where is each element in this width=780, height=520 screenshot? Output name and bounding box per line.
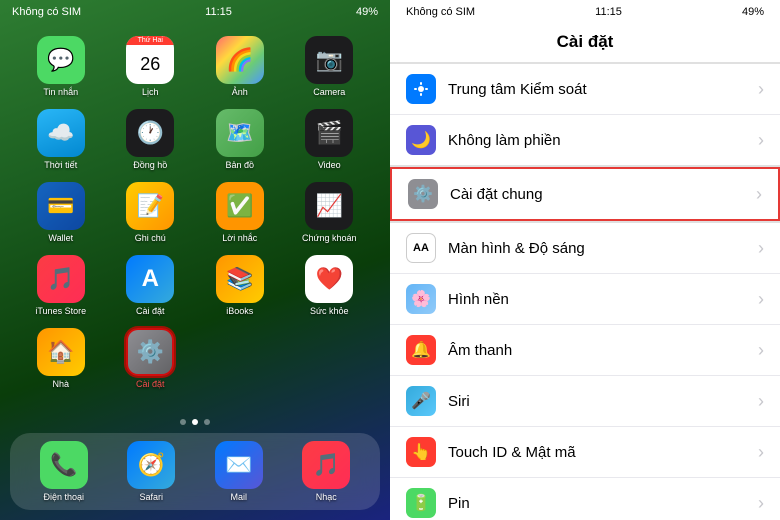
app-anh[interactable]: 🌈 Ảnh — [206, 36, 274, 97]
man-hinh-icon: AA — [406, 233, 436, 263]
app-camera[interactable]: 📷 Camera — [295, 36, 363, 97]
dock-dien-thoai[interactable]: 📞 Điện thoại — [30, 441, 98, 502]
settings-am-thanh[interactable]: 🔔 Âm thanh — [390, 325, 780, 376]
siri-label: Siri — [448, 393, 758, 410]
home-grid: 💬 Tin nhắn Thứ Hai 26 Lịch 🌈 Ảnh 📷 Camer… — [0, 24, 390, 415]
settings-siri[interactable]: 🎤 Siri — [390, 376, 780, 427]
hinh-nen-label: Hình nền — [448, 291, 758, 308]
hinh-nen-icon: 🌸 — [406, 284, 436, 314]
dock-nhac[interactable]: 🎵 Nhạc — [292, 441, 360, 502]
app-tin-nhan[interactable]: 💬 Tin nhắn — [27, 36, 95, 97]
khong-lam-icon: 🌙 — [406, 125, 436, 155]
carrier-left: Không có SIM — [12, 6, 81, 18]
app-row-4: 🎵 iTunes Store A Cài đặt 📚 iBooks ❤️ Sức… — [16, 251, 374, 320]
cai-dat-chung-icon: ⚙️ — [408, 179, 438, 209]
settings-group-3: AA Màn hình & Độ sáng 🌸 Hình nền 🔔 Âm th… — [390, 222, 780, 520]
am-thanh-label: Âm thanh — [448, 342, 758, 359]
app-ghi-chu[interactable]: 📝 Ghi chú — [116, 182, 184, 243]
touch-id-icon: 👆 — [406, 437, 436, 467]
pin-chevron — [758, 493, 764, 514]
app-empty-2 — [295, 333, 363, 384]
cai-dat-chung-label: Cài đặt chung — [450, 186, 756, 203]
app-ban-do[interactable]: 🗺️ Bản đồ — [206, 109, 274, 170]
app-wallet[interactable]: 💳 Wallet — [27, 182, 95, 243]
page-dots — [180, 419, 210, 425]
trung-tam-label: Trung tâm Kiểm soát — [448, 81, 758, 98]
man-hinh-label: Màn hình & Độ sáng — [448, 240, 758, 257]
app-app-store[interactable]: A Cài đặt — [116, 255, 184, 316]
app-row-5: 🏠 Nhà ⚙️ Cài đặt — [16, 324, 374, 393]
settings-trung-tam[interactable]: Trung tâm Kiểm soát — [390, 64, 780, 115]
trung-tam-icon — [406, 74, 436, 104]
cai-dat-chung-chevron — [756, 184, 762, 205]
app-video[interactable]: 🎬 Video — [295, 109, 363, 170]
siri-icon: 🎤 — [406, 386, 436, 416]
battery-right: 49% — [742, 6, 764, 18]
app-itunes-store[interactable]: 🎵 iTunes Store — [27, 255, 95, 316]
settings-hinh-nen[interactable]: 🌸 Hình nền — [390, 274, 780, 325]
am-thanh-chevron — [758, 340, 764, 361]
dock: 📞 Điện thoại 🧭 Safari ✉️ Mail 🎵 Nhạc — [10, 433, 380, 510]
app-thoi-tiet[interactable]: ☁️ Thời tiết — [27, 109, 95, 170]
battery-left: 49% — [356, 6, 378, 18]
hinh-nen-chevron — [758, 289, 764, 310]
app-chung-khoan[interactable]: 📈 Chứng khoán — [295, 182, 363, 243]
trung-tam-chevron — [758, 79, 764, 100]
touch-id-chevron — [758, 442, 764, 463]
carrier-right: Không có SIM — [406, 6, 475, 18]
dock-mail[interactable]: ✉️ Mail — [205, 441, 273, 502]
am-thanh-icon: 🔔 — [406, 335, 436, 365]
settings-man-hinh[interactable]: AA Màn hình & Độ sáng — [390, 223, 780, 274]
status-bar-left: Không có SIM 11:15 49% — [0, 0, 390, 24]
pin-icon: 🔋 — [406, 488, 436, 518]
app-lich[interactable]: Thứ Hai 26 Lịch — [116, 36, 184, 97]
siri-chevron — [758, 391, 764, 412]
settings-panel: Không có SIM 11:15 49% Cài đặt Trung tâm… — [390, 0, 780, 520]
khong-lam-label: Không làm phiền — [448, 132, 758, 149]
app-ibooks[interactable]: 📚 iBooks — [206, 255, 274, 316]
dot-1 — [180, 419, 186, 425]
app-nha[interactable]: 🏠 Nhà — [27, 328, 95, 389]
time-right: 11:15 — [595, 6, 622, 18]
dock-safari[interactable]: 🧭 Safari — [117, 441, 185, 502]
left-phone: Không có SIM 11:15 49% 💬 Tin nhắn Thứ Ha… — [0, 0, 390, 520]
app-empty-1 — [206, 333, 274, 384]
khong-lam-chevron — [758, 130, 764, 151]
settings-khong-lam[interactable]: 🌙 Không làm phiền — [390, 115, 780, 165]
dot-3 — [204, 419, 210, 425]
touch-id-label: Touch ID & Mật mã — [448, 444, 758, 461]
settings-touch-id[interactable]: 👆 Touch ID & Mật mã — [390, 427, 780, 478]
settings-cai-dat-chung[interactable]: ⚙️ Cài đặt chung — [390, 167, 780, 221]
app-row-2: ☁️ Thời tiết 🕐 Đồng hồ 🗺️ Bản đồ 🎬 Video — [16, 105, 374, 174]
man-hinh-chevron — [758, 238, 764, 259]
settings-group-2: ⚙️ Cài đặt chung — [390, 166, 780, 222]
app-row-3: 💳 Wallet 📝 Ghi chú ✅ Lời nhắc 📈 Chứng kh… — [16, 178, 374, 247]
time-left: 11:15 — [205, 6, 232, 18]
app-cai-dat[interactable]: ⚙️ Cài đặt — [116, 328, 184, 389]
status-bar-right: Không có SIM 11:15 49% — [390, 0, 780, 24]
app-dong-ho[interactable]: 🕐 Đồng hồ — [116, 109, 184, 170]
dot-2 — [192, 419, 198, 425]
app-row-1: 💬 Tin nhắn Thứ Hai 26 Lịch 🌈 Ảnh 📷 Camer… — [16, 32, 374, 101]
app-loi-nhac[interactable]: ✅ Lời nhắc — [206, 182, 274, 243]
settings-title: Cài đặt — [390, 24, 780, 63]
settings-group-1: Trung tâm Kiểm soát 🌙 Không làm phiền — [390, 63, 780, 166]
pin-label: Pin — [448, 495, 758, 512]
settings-pin[interactable]: 🔋 Pin — [390, 478, 780, 520]
app-suc-khoe[interactable]: ❤️ Sức khỏe — [295, 255, 363, 316]
